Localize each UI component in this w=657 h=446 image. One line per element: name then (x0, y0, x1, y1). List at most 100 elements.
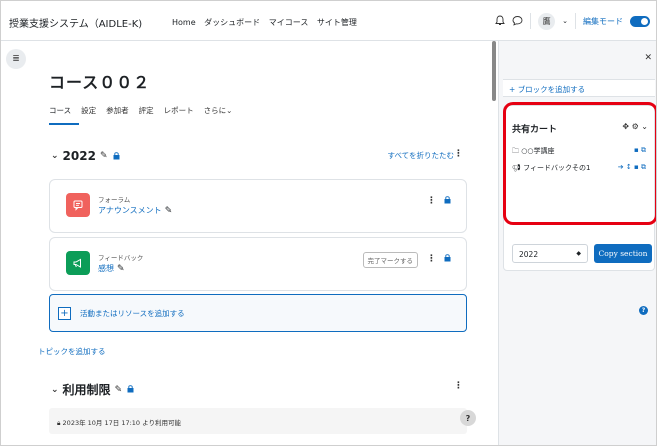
sharing-cart-block: 共有カート ✥ ⚙ ⌄ 🗀 ○○学講座 ▪ ⧉ 📢︎ フィードバックその1 ➔ … (503, 105, 655, 315)
activity-name-link[interactable]: アナウンスメント ✎ (98, 205, 172, 216)
chat-icon[interactable] (512, 15, 523, 28)
gear-icon[interactable]: ⚙ (632, 122, 639, 131)
trash-icon[interactable]: ▪ (634, 146, 639, 154)
help-icon[interactable]: ? (460, 410, 476, 426)
navbar-divider (575, 13, 576, 29)
block-controls: ✥ ⚙ ⌄ (622, 122, 648, 131)
section-menu-icon[interactable]: ⋮ (454, 381, 463, 391)
restriction-label: 2023年 10月 17日 17:10 より利用可能 (62, 419, 181, 427)
activity-menu-icon[interactable]: ⋮ (427, 196, 436, 206)
edit-mode-label: 編集モード (583, 16, 623, 26)
megaphone-icon (66, 251, 90, 275)
tab-more-label: さらに (203, 106, 227, 115)
add-activity-button[interactable]: + 活動またはリソースを追加する (49, 294, 467, 332)
nav-home[interactable]: Home (172, 18, 196, 27)
activity-name[interactable]: アナウンスメント (98, 206, 162, 215)
site-brand[interactable]: 授業支援システム（AIDLE-K) (9, 15, 142, 30)
add-topic-link[interactable]: トピックを追加する (38, 346, 106, 357)
nav-site-admin[interactable]: サイト管理 (317, 18, 357, 27)
activity-name[interactable]: 感想 (98, 264, 114, 273)
app-window: 授業支援システム（AIDLE-K) Home ダッシュボード マイコース サイト… (0, 0, 657, 446)
tab-settings[interactable]: 設定 (81, 105, 96, 116)
help-icon[interactable]: ? (639, 306, 648, 315)
activity-type: フォーラム (98, 196, 131, 204)
trash-icon[interactable]: ▪ (634, 163, 639, 171)
section-header-restricted: ⌄ 利用制限 ✎ (51, 381, 135, 398)
section-title: 2022 (62, 149, 96, 163)
item-name: フィードバックその1 (523, 164, 591, 172)
section-menu-icon[interactable]: ⋮ (454, 149, 463, 159)
add-block-button[interactable]: + ブロックを追加する (503, 79, 655, 97)
folder-icon: 🗀 (512, 147, 519, 155)
lock-icon (126, 384, 135, 395)
page-title: コース００２ (49, 73, 151, 92)
activity-type: フィードバック (98, 254, 144, 262)
chevron-down-icon[interactable]: ⌄ (562, 17, 568, 25)
pencil-icon[interactable]: ✎ (117, 264, 125, 274)
activity-card-forum: フォーラム アナウンスメント ✎ ⋮ (49, 179, 467, 233)
activity-name-link[interactable]: 感想 ✎ (98, 263, 125, 274)
navbar-divider (530, 13, 532, 29)
add-block-label: ブロックを追加する (517, 85, 586, 94)
list-icon: ≣ (12, 54, 20, 64)
section-title: 利用制限 (62, 383, 111, 397)
plus-icon: + (58, 307, 71, 320)
pencil-icon[interactable]: ✎ (100, 151, 108, 161)
restriction-text: 🔒︎ 2023年 10月 17日 17:10 より利用可能 (57, 417, 181, 428)
course-index-toggle[interactable]: ≣ (6, 49, 26, 69)
chevron-down-icon[interactable]: ⌄ (641, 122, 648, 131)
plus-icon: + (509, 85, 516, 94)
course-content: コース００２ コース 設定 参加者 評定 レポート さらに⌄ ⌄ 2022 ✎ … (38, 41, 484, 445)
primary-navigation: Home ダッシュボード マイコース サイト管理 (172, 17, 363, 28)
restriction-info: 🔒︎ 2023年 10月 17日 17:10 より利用可能 (49, 408, 467, 434)
lock-icon (443, 253, 452, 264)
tab-participants[interactable]: 参加者 (106, 105, 129, 116)
caret-icon: ◆ (576, 250, 581, 257)
move-vertical-icon[interactable]: ↕ (626, 163, 632, 171)
lock-icon (112, 151, 121, 162)
add-activity-label: 活動またはリソースを追加する (80, 309, 185, 318)
block-drawer: ✕ + ブロックを追加する 共有カート ✥ ⚙ ⌄ 🗀 ○○学講座 ▪ ⧉ 📢︎… (498, 41, 656, 445)
active-tab-indicator (49, 123, 79, 125)
lock-icon: 🔒︎ (57, 419, 61, 427)
user-menu-area: 鷹 ⌄ 編集モード (495, 12, 650, 30)
pencil-icon[interactable]: ✎ (115, 385, 123, 395)
tab-grades[interactable]: 評定 (139, 105, 154, 116)
list-item: 📢︎ フィードバックその1 (512, 163, 590, 173)
avatar[interactable]: 鷹 (538, 12, 556, 30)
activity-menu-icon[interactable]: ⋮ (427, 254, 436, 264)
item-actions: ▪ ⧉ (634, 146, 646, 155)
tab-reports[interactable]: レポート (164, 105, 194, 116)
arrow-right-icon[interactable]: ➔ (618, 163, 624, 171)
chevron-down-icon[interactable]: ⌄ (51, 385, 59, 395)
section-select[interactable]: 2022 ◆ (512, 244, 588, 263)
top-navbar: 授業支援システム（AIDLE-K) Home ダッシュボード マイコース サイト… (1, 1, 656, 41)
bell-icon[interactable] (495, 15, 505, 28)
item-actions: ➔ ↕ ▪ ⧉ (618, 163, 646, 172)
chevron-down-icon[interactable]: ⌄ (51, 151, 59, 161)
section-header-2022: ⌄ 2022 ✎ (51, 149, 121, 163)
close-icon[interactable]: ✕ (644, 53, 652, 63)
edit-mode-toggle[interactable] (630, 15, 650, 27)
copy-icon[interactable]: ⧉ (641, 146, 646, 154)
nav-my-courses[interactable]: マイコース (269, 18, 309, 27)
tab-course[interactable]: コース (49, 105, 71, 116)
mark-done-button[interactable]: 完了マークする (362, 252, 418, 268)
activity-card-feedback: フィードバック 感想 ✎ 完了マークする ⋮ (49, 237, 467, 291)
tab-more[interactable]: さらに⌄ (204, 105, 233, 116)
scrollbar[interactable] (492, 41, 496, 101)
list-item: 🗀 ○○学講座 (512, 146, 554, 158)
copy-section-button[interactable]: Copy section (594, 244, 652, 263)
lock-icon (443, 195, 452, 206)
chevron-down-icon: ⌄ (226, 106, 233, 115)
megaphone-icon: 📢︎ (512, 164, 521, 172)
pencil-icon[interactable]: ✎ (165, 206, 173, 216)
collapse-all-link[interactable]: すべてを折りたたむ (387, 150, 454, 161)
secondary-navigation: コース 設定 参加者 評定 レポート さらに⌄ (49, 105, 232, 116)
copy-icon[interactable]: ⧉ (641, 163, 646, 171)
move-icon[interactable]: ✥ (622, 122, 629, 131)
block-title: 共有カート (512, 125, 558, 135)
item-name: ○○学講座 (521, 147, 555, 155)
section-select-value: 2022 (519, 250, 539, 259)
nav-dashboard[interactable]: ダッシュボード (204, 18, 260, 27)
